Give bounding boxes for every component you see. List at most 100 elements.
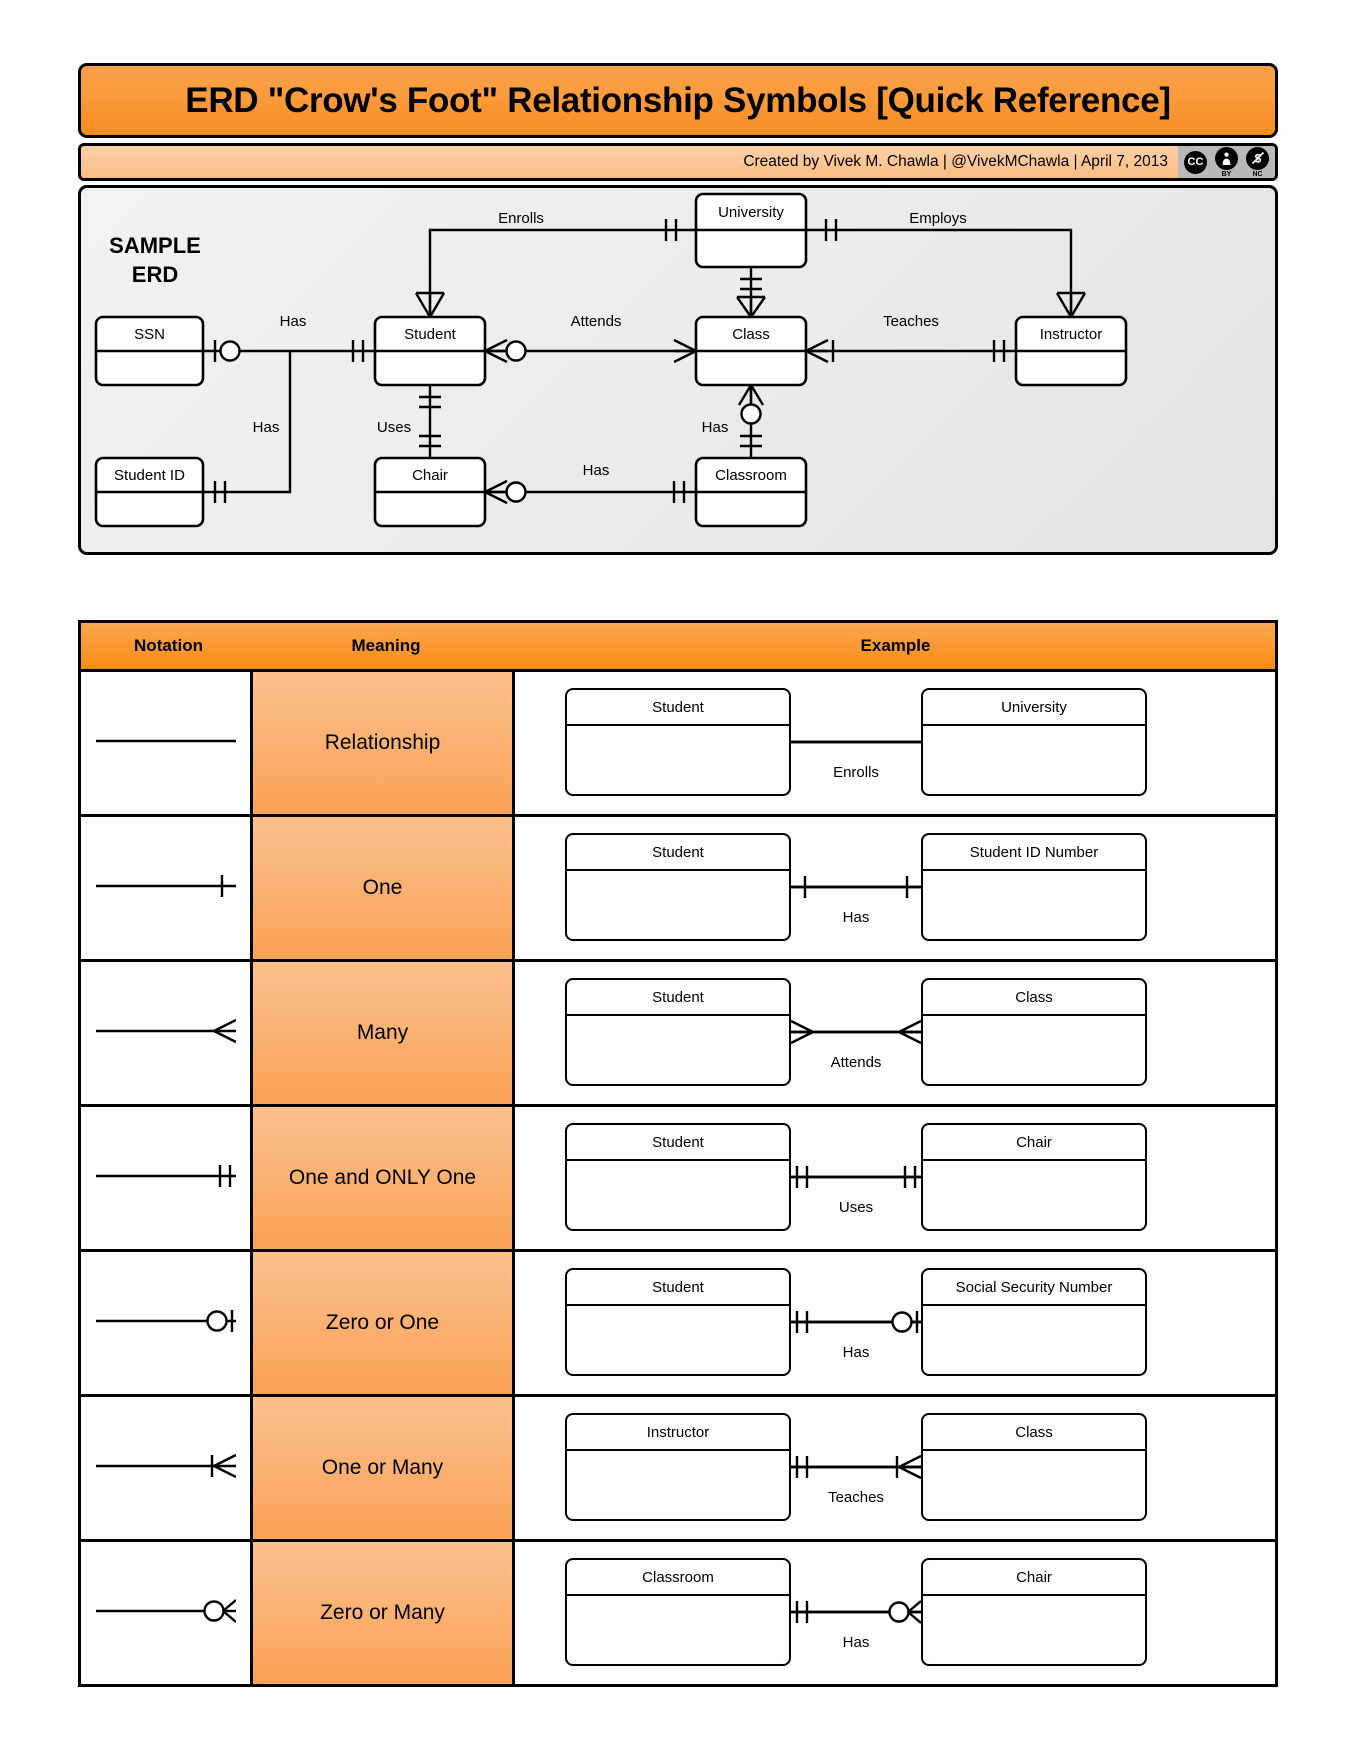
dollar-slash-icon: $ xyxy=(1246,146,1269,170)
example-relationship-label: Uses xyxy=(838,1199,874,1216)
svg-text:Student ID: Student ID xyxy=(114,467,185,484)
notation-symbol-zero-or-one-icon xyxy=(95,1301,236,1346)
example-entity-left: Student xyxy=(565,688,791,796)
example-entity-left: Student xyxy=(565,978,791,1086)
example-entity-label: Student ID Number xyxy=(923,835,1145,871)
erd-rel-student-university: Enrolls xyxy=(414,210,696,318)
page-title: ERD "Crow's Foot" Relationship Symbols [… xyxy=(185,80,1171,120)
legend-table-body: Relationship Student University Enrolls One S… xyxy=(78,672,1278,1687)
notation-cell xyxy=(81,1397,253,1539)
example-entity-left: Student xyxy=(565,1123,791,1231)
table-row: Zero or One Student Social Security Number… xyxy=(78,1252,1278,1397)
column-header-notation: Notation xyxy=(134,636,203,655)
example-entity-label: Class xyxy=(923,980,1145,1016)
erd-entity-chair: Chair xyxy=(373,456,487,528)
credits-bar: Created by Vivek M. Chawla | @VivekMChaw… xyxy=(78,143,1278,181)
erd-entity-university: University xyxy=(694,192,808,269)
example-relationship-label: Enrolls xyxy=(833,764,879,781)
example-relationship-label: Has xyxy=(842,909,870,926)
svg-text:Teaches: Teaches xyxy=(883,313,939,330)
example-entity-label: University xyxy=(923,690,1145,726)
example-entity-label: Student xyxy=(567,980,789,1016)
svg-text:Classroom: Classroom xyxy=(715,467,787,484)
nc-badge[interactable]: $ NC xyxy=(1242,146,1273,178)
notation-cell xyxy=(81,817,253,959)
example-connector xyxy=(791,722,921,767)
erd-rel-university-class xyxy=(736,267,766,318)
svg-text:Instructor: Instructor xyxy=(1040,326,1103,343)
example-entity-right: Class xyxy=(921,1413,1147,1521)
example-cell: Student Social Security Number Has xyxy=(515,1252,1275,1394)
example-entity-label: Chair xyxy=(923,1125,1145,1161)
example-connector xyxy=(791,1592,922,1637)
sample-erd-diagram: .eb { fill:#fff; stroke:#000; stroke-wid… xyxy=(94,192,1128,528)
meaning-cell: Zero or Many xyxy=(253,1542,515,1684)
example-connector xyxy=(791,867,921,912)
erd-entity-student: Student xyxy=(373,315,487,387)
erd-entity-class: Class xyxy=(694,315,808,387)
example-entity-label: Classroom xyxy=(567,1560,789,1596)
example-connector xyxy=(790,1012,922,1057)
table-row: Relationship Student University Enrolls xyxy=(78,672,1278,817)
example-entity-label: Student xyxy=(567,1125,789,1161)
example-entity-label: Social Security Number xyxy=(923,1270,1145,1306)
meaning-label: Zero or One xyxy=(325,1311,440,1334)
erd-entity-ssn: SSN xyxy=(94,315,205,387)
legend-table-header: Notation Meaning Example xyxy=(78,620,1278,672)
svg-text:Has: Has xyxy=(253,419,280,436)
meaning-cell: One and ONLY One xyxy=(253,1107,515,1249)
example-entity-label: Student xyxy=(567,690,789,726)
cc-badge[interactable]: CC xyxy=(1180,146,1211,178)
erd-rel-chair-classroom: Has xyxy=(484,462,696,505)
erd-rel-student-class: Attends xyxy=(484,313,697,364)
svg-text:Student: Student xyxy=(404,326,457,343)
example-entity-left: Instructor xyxy=(565,1413,791,1521)
svg-text:Chair: Chair xyxy=(412,467,448,484)
cc-icon: CC xyxy=(1184,150,1207,174)
example-relationship-label: Has xyxy=(842,1634,870,1651)
example-cell: Classroom Chair Has xyxy=(515,1542,1275,1684)
notation-cell xyxy=(81,1542,253,1684)
by-badge[interactable]: BY xyxy=(1211,146,1242,178)
table-row: Zero or Many Classroom Chair Has xyxy=(78,1542,1278,1687)
meaning-label: Relationship xyxy=(324,731,441,754)
notation-cell xyxy=(81,1107,253,1249)
example-connector xyxy=(791,1302,921,1347)
notation-symbol-one-or-many-icon xyxy=(95,1446,237,1491)
example-entity-label: Class xyxy=(923,1415,1145,1451)
credits-text: Created by Vivek M. Chawla | @VivekMChaw… xyxy=(743,153,1168,170)
erd-entity-classroom: Classroom xyxy=(694,456,808,528)
example-entity-left: Classroom xyxy=(565,1558,791,1666)
example-relationship-label: Teaches xyxy=(828,1489,884,1506)
notation-cell xyxy=(81,1252,253,1394)
by-label: BY xyxy=(1221,170,1232,178)
example-entity-right: Chair xyxy=(921,1123,1147,1231)
erd-rel-class-classroom: Has xyxy=(702,384,765,458)
svg-text:Uses: Uses xyxy=(377,419,411,436)
notation-symbol-one-icon xyxy=(95,866,236,911)
erd-rel-university-instructor: Employs xyxy=(806,210,1087,318)
meaning-cell: Zero or One xyxy=(253,1252,515,1394)
example-entity-label: Student xyxy=(567,1270,789,1306)
erd-entity-instructor: Instructor xyxy=(1014,315,1128,387)
erd-rel-class-instructor: Teaches xyxy=(805,313,1016,364)
quick-reference-page: ERD "Crow's Foot" Relationship Symbols [… xyxy=(0,0,1360,1760)
notation-symbol-one-and-only-one-icon xyxy=(95,1156,236,1201)
license-badges[interactable]: CC BY $ NC xyxy=(1178,146,1275,178)
example-entity-right: Student ID Number xyxy=(921,833,1147,941)
example-cell: Student Chair Uses xyxy=(515,1107,1275,1249)
table-row: One Student Student ID Number Has xyxy=(78,817,1278,962)
meaning-cell: Relationship xyxy=(253,672,515,814)
example-entity-left: Student xyxy=(565,833,791,941)
example-entity-label: Instructor xyxy=(567,1415,789,1451)
example-cell: Student University Enrolls xyxy=(515,672,1275,814)
svg-text:Has: Has xyxy=(583,462,610,479)
svg-text:University: University xyxy=(718,204,784,221)
example-cell: Instructor Class Teaches xyxy=(515,1397,1275,1539)
column-header-meaning: Meaning xyxy=(351,636,421,655)
notation-symbol-zero-or-many-icon xyxy=(95,1591,237,1636)
svg-text:Employs: Employs xyxy=(909,210,967,227)
meaning-cell: Many xyxy=(253,962,515,1104)
example-entity-left: Student xyxy=(565,1268,791,1376)
example-cell: Student Class Attends xyxy=(515,962,1275,1104)
